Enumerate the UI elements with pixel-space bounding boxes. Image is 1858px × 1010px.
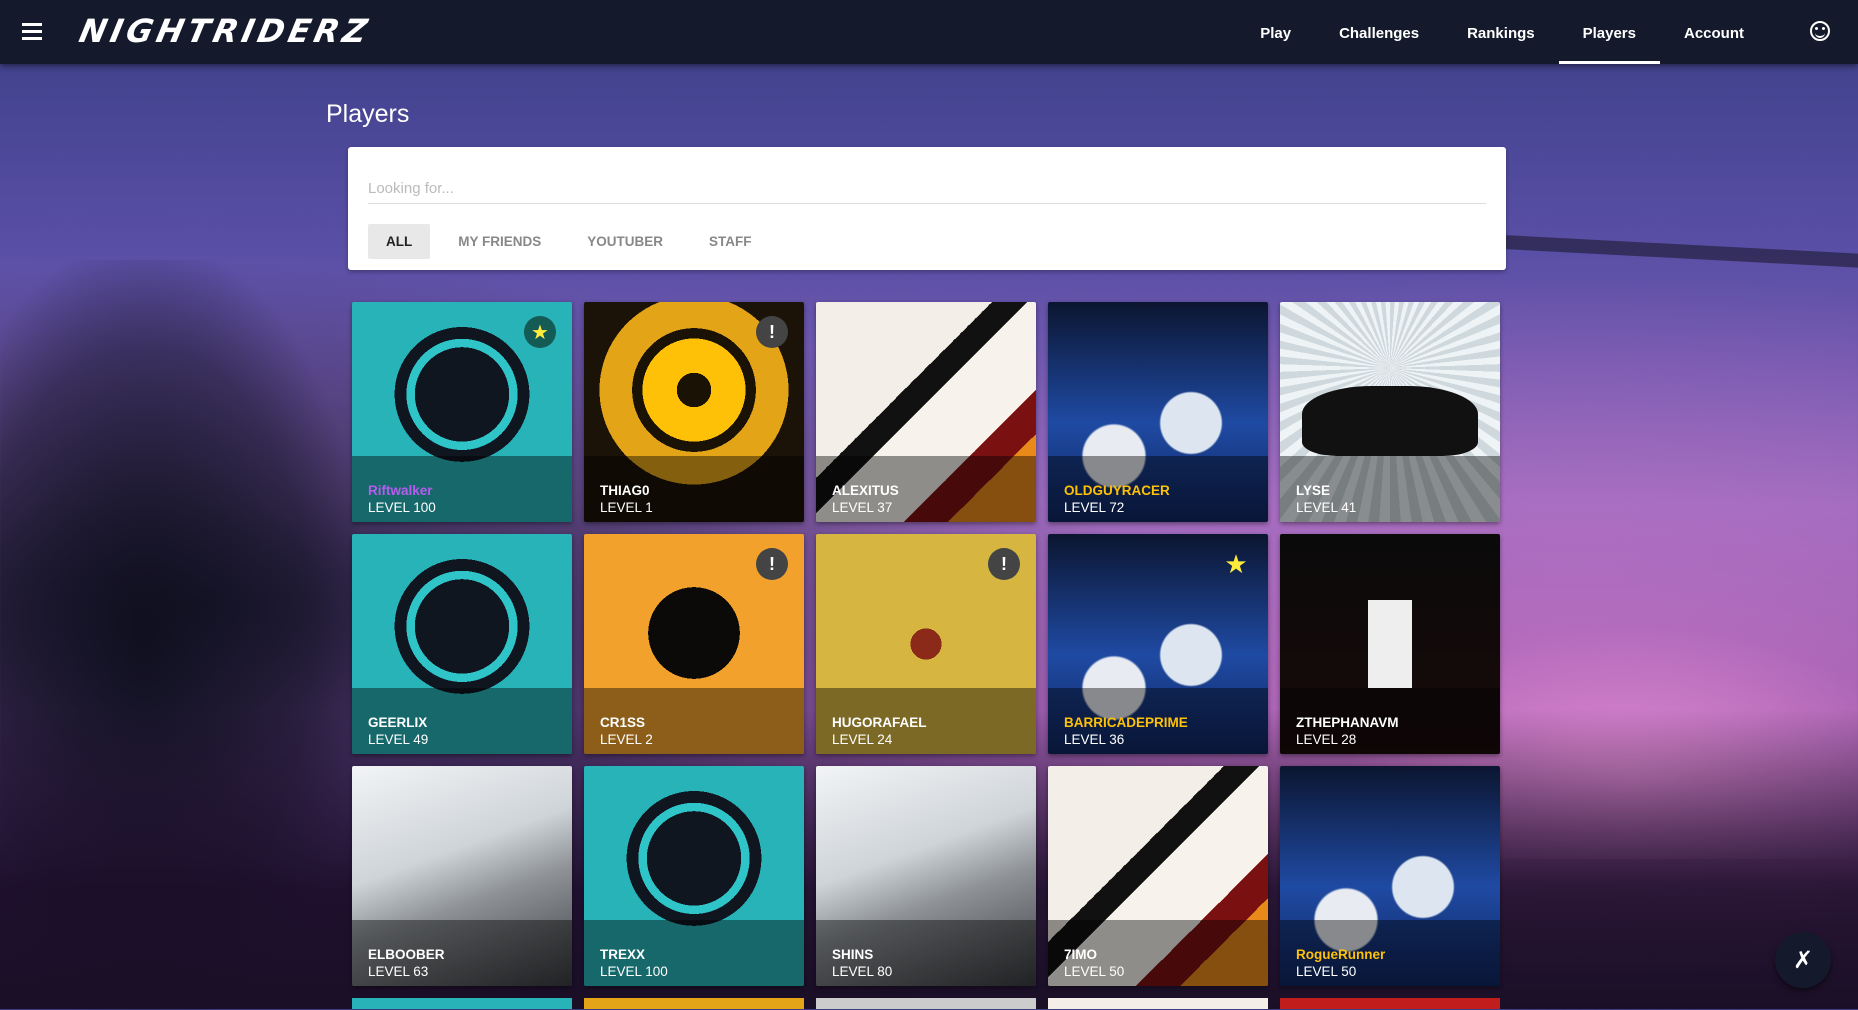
player-name: LYSE — [1296, 483, 1331, 498]
player-card[interactable]: SHINS LEVEL 80 — [816, 766, 1036, 986]
player-card[interactable]: ALEXITUS LEVEL 37 — [816, 302, 1036, 522]
player-level: LEVEL 28 — [1296, 732, 1357, 747]
player-level: LEVEL 63 — [368, 964, 429, 979]
player-name: OLDGUYRACER — [1064, 483, 1170, 498]
player-card[interactable]: LYSE LEVEL 41 — [1280, 302, 1500, 522]
hamburger-menu-icon[interactable] — [22, 20, 46, 42]
player-level: LEVEL 100 — [600, 964, 668, 979]
filter-tabs: ALL MY FRIENDS YOUTUBER STAFF — [368, 224, 780, 259]
player-name: GEERLIX — [368, 715, 428, 730]
player-level: LEVEL 2 — [600, 732, 653, 747]
filter-all[interactable]: ALL — [368, 224, 431, 259]
filter-staff[interactable]: STAFF — [691, 224, 770, 259]
player-card[interactable]: OLDGUYRACER LEVEL 72 — [1048, 302, 1268, 522]
player-name: HUGORAFAEL — [832, 715, 927, 730]
filter-youtuber[interactable]: YOUTUBER — [569, 224, 681, 259]
player-name: 7IMO — [1064, 947, 1098, 962]
top-navigation-bar: NIGHTRIDERZ Play Challenges Rankings Pla… — [0, 0, 1858, 64]
player-name: RogueRunner — [1296, 947, 1386, 962]
player-name: TREXX — [600, 947, 646, 962]
player-name: SHINS — [832, 947, 874, 962]
player-level: LEVEL 37 — [832, 500, 893, 515]
player-level: LEVEL 36 — [1064, 732, 1125, 747]
player-card[interactable]: RogueRunner LEVEL 50 — [1280, 766, 1500, 986]
search-card: ALL MY FRIENDS YOUTUBER STAFF — [348, 147, 1506, 270]
alert-badge-icon: ! — [988, 548, 1020, 580]
player-level: LEVEL 50 — [1296, 964, 1357, 979]
alert-badge-icon: ! — [756, 548, 788, 580]
layers-off-icon[interactable]: ✗ — [1775, 932, 1831, 988]
player-grid: ★ Riftwalker LEVEL 100! THIAG0 LEVEL 1 ALEXIT… — [352, 302, 1500, 986]
nav-players[interactable]: Players — [1558, 0, 1660, 64]
player-search-input[interactable] — [368, 173, 1486, 204]
player-name: ELBOOBER — [368, 947, 445, 962]
star-badge-icon: ★ — [1224, 548, 1248, 579]
player-level: LEVEL 100 — [368, 500, 436, 515]
player-level: LEVEL 1 — [600, 500, 653, 515]
player-card[interactable]: ! CR1SS LEVEL 2 — [584, 534, 804, 754]
player-name: BARRICADEPRIME — [1064, 715, 1188, 730]
star-badge-icon: ★ — [524, 316, 556, 348]
player-card[interactable]: ! HUGORAFAEL LEVEL 24 — [816, 534, 1036, 754]
player-card[interactable]: ZTHEPHANAVM LEVEL 28 — [1280, 534, 1500, 754]
next-row-peek — [352, 998, 1500, 1009]
player-card[interactable]: ELBOOBER LEVEL 63 — [352, 766, 572, 986]
player-card[interactable]: TREXX LEVEL 100 — [584, 766, 804, 986]
player-level: LEVEL 72 — [1064, 500, 1125, 515]
player-name: Riftwalker — [368, 483, 433, 498]
player-level: LEVEL 24 — [832, 732, 893, 747]
player-card[interactable]: ! THIAG0 LEVEL 1 — [584, 302, 804, 522]
player-name: CR1SS — [600, 715, 646, 730]
player-level: LEVEL 50 — [1064, 964, 1125, 979]
player-name: ALEXITUS — [832, 483, 899, 498]
nav-play[interactable]: Play — [1236, 0, 1315, 64]
account-circle-icon[interactable] — [1810, 21, 1830, 41]
filter-my-friends[interactable]: MY FRIENDS — [440, 224, 559, 259]
nav-account[interactable]: Account — [1660, 0, 1768, 64]
alert-badge-icon: ! — [756, 316, 788, 348]
player-card[interactable]: ★ BARRICADEPRIME LEVEL 36 — [1048, 534, 1268, 754]
player-level: LEVEL 80 — [832, 964, 893, 979]
main-nav: Play Challenges Rankings Players Account — [1236, 0, 1768, 64]
player-card[interactable]: 7IMO LEVEL 50 — [1048, 766, 1268, 986]
player-card[interactable]: GEERLIX LEVEL 49 — [352, 534, 572, 754]
player-level: LEVEL 41 — [1296, 500, 1357, 515]
player-name: ZTHEPHANAVM — [1296, 715, 1399, 730]
nav-challenges[interactable]: Challenges — [1315, 0, 1443, 64]
player-level: LEVEL 49 — [368, 732, 429, 747]
site-logo[interactable]: NIGHTRIDERZ — [76, 12, 374, 50]
page-title: Players — [326, 100, 410, 128]
nav-rankings[interactable]: Rankings — [1443, 0, 1559, 64]
player-name: THIAG0 — [600, 483, 650, 498]
player-card[interactable]: ★ Riftwalker LEVEL 100 — [352, 302, 572, 522]
